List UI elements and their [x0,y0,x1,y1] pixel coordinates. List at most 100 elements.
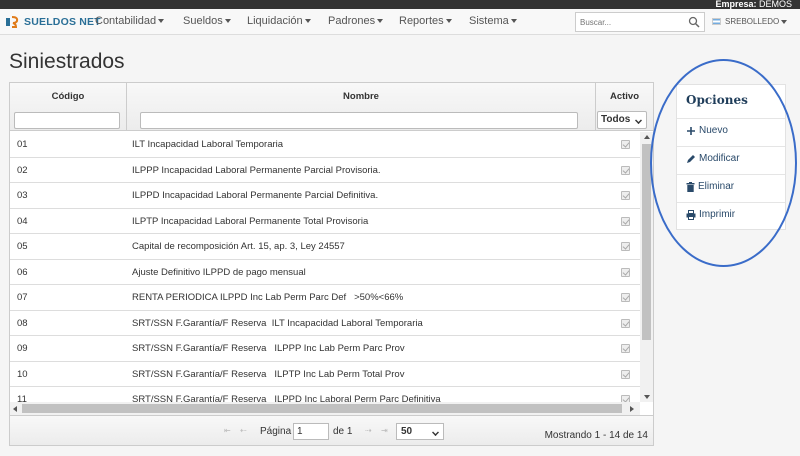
next-page-icon[interactable]: ⇢ [365,426,372,435]
active-checkbox [621,165,630,175]
options-title: Opciones [686,93,748,107]
company-name: DEMOS [758,0,792,9]
horizontal-scroll-thumb[interactable] [22,404,622,413]
table-row[interactable]: 03 ILPPD Incapacidad Laboral Permanente P… [10,183,640,209]
cell-name: RENTA PERIODICA ILPPD Inc Lab Perm Parc … [132,292,404,303]
scroll-down-icon[interactable] [644,395,650,399]
printer-icon [686,209,696,220]
caret-down-icon [377,19,384,24]
cell-code: 06 [17,266,28,278]
filter-nombre-input[interactable] [140,112,578,129]
scroll-up-icon[interactable] [644,135,650,139]
page-size-value: 50 [401,426,413,437]
trash-icon [686,181,695,192]
cell-name: SRT/SSN F.Garantía/F Reserva ILT Incapac… [132,317,423,329]
cell-name: SRT/SSN F.Garantía/F Reserva ILPPP Inc L… [132,343,405,354]
active-checkbox [621,191,630,200]
top-strip: Empresa: DEMOS [0,0,800,9]
page-label: Página [260,426,292,437]
cell-code: 07 [17,292,28,303]
caret-down-icon [781,19,788,24]
horizontal-scrollbar[interactable] [10,402,640,415]
caret-down-icon [304,19,311,24]
user-name: SREBOLLEDO [725,17,780,26]
active-checkbox [621,344,630,353]
nav-label: Sistema [469,15,509,27]
nav-label: Sueldos [183,15,223,27]
pencil-icon [687,154,695,163]
navbar: SUELDOS NET Contabilidad Sueldos Liquida… [0,9,800,35]
page-number-input[interactable]: 1 [293,423,329,440]
cell-code: 02 [17,164,28,176]
nav-label: Liquidación [247,15,303,27]
nav-reportes[interactable]: Reportes [399,15,452,27]
table-row[interactable]: 06 Ajuste Definitivo ILPPD de pago mensua… [10,260,640,285]
grid-body: 01 ILT Incapacidad Laboral Temporaria 02 I… [10,132,640,402]
column-header-codigo[interactable]: Código [10,91,126,102]
pager: ⇤ ⇠ Página 1 de 1 ⇢ ⇥ 50 Mostrando 1 - 1… [10,415,653,445]
user-menu[interactable]: SREBOLLEDO [712,17,788,26]
caret-down-icon [224,19,231,24]
page-title: Siniestrados [9,50,125,73]
cell-code: 11 [17,394,27,402]
cell-code: 04 [17,215,28,227]
caret-down-icon [445,19,452,24]
brand-link[interactable]: SUELDOS NET [4,13,101,31]
divider [677,118,785,119]
active-checkbox [621,140,630,149]
divider [677,174,785,175]
cell-name: SRT/SSN F.Garantía/F Reserva ILPTP Inc L… [132,368,405,380]
table-row[interactable]: 07 RENTA PERIODICA ILPPD Inc Lab Perm Par… [10,285,640,311]
filter-activo-select[interactable]: Todos [597,111,647,129]
cell-name: ILT Incapacidad Laboral Temporaria [132,139,284,150]
table-row[interactable]: 02 ILPPP Incapacidad Laboral Permanente P… [10,158,640,183]
caret-down-icon [158,19,165,24]
brand-name: SUELDOS NET [24,16,101,28]
nav-label: Padrones [328,15,376,27]
column-header-nombre[interactable]: Nombre [127,91,595,102]
filter-activo-value: Todos [601,114,631,125]
column-header-activo[interactable]: Activo [596,91,653,102]
nav-contabilidad[interactable]: Contabilidad [95,15,165,27]
last-page-icon[interactable]: ⇥ [381,426,388,435]
filter-codigo-input[interactable] [14,112,120,129]
print-label: Imprimir [699,209,736,220]
cell-name: SRT/SSN F.Garantía/F Reserva ILPPD Inc L… [132,394,441,402]
nav-padrones[interactable]: Padrones [328,15,384,27]
table-row[interactable]: 08 SRT/SSN F.Garantía/F Reserva ILT Incap… [10,311,640,336]
active-checkbox [621,267,630,277]
vertical-scrollbar[interactable] [640,132,653,402]
nav-sueldos[interactable]: Sueldos [183,15,231,27]
search-input[interactable] [576,13,686,31]
print-button[interactable]: Imprimir [686,209,735,220]
cell-code: 01 [17,139,28,150]
prev-page-icon[interactable]: ⇠ [240,426,247,435]
table-row[interactable]: 11 SRT/SSN F.Garantía/F Reserva ILPPD Inc… [10,387,640,402]
argentina-flag-icon [712,18,721,25]
nav-sistema[interactable]: Sistema [469,15,517,27]
search-box [575,12,705,32]
delete-button[interactable]: Eliminar [686,181,734,192]
table-row[interactable]: 09 SRT/SSN F.Garantía/F Reserva ILPPP Inc… [10,336,640,362]
vertical-scroll-thumb[interactable] [642,144,651,340]
search-icon[interactable] [688,16,700,28]
first-page-icon[interactable]: ⇤ [224,426,231,435]
new-button[interactable]: Nuevo [686,125,728,136]
chevron-down-icon [432,429,439,436]
page-size-select[interactable]: 50 [396,423,444,440]
plus-icon [687,126,695,135]
active-checkbox [621,293,630,302]
modify-button[interactable]: Modificar [686,153,740,164]
modify-label: Modificar [699,153,740,164]
scroll-right-icon[interactable] [630,406,634,412]
caret-down-icon [510,19,517,24]
nav-liquidacion[interactable]: Liquidación [247,15,311,27]
table-row[interactable]: 05 Capital de recomposición Art. 15, ap. … [10,234,640,260]
table-row[interactable]: 01 ILT Incapacidad Laboral Temporaria [10,132,640,158]
table-row[interactable]: 10 SRT/SSN F.Garantía/F Reserva ILPTP Inc… [10,362,640,387]
cell-code: 05 [17,241,28,252]
cell-name: ILPTP Incapacidad Laboral Permanente Tot… [132,215,369,227]
table-row[interactable]: 04 ILPTP Incapacidad Laboral Permanente T… [10,209,640,234]
scroll-left-icon[interactable] [13,406,17,412]
cell-name: ILPPP Incapacidad Laboral Permanente Par… [132,164,381,176]
